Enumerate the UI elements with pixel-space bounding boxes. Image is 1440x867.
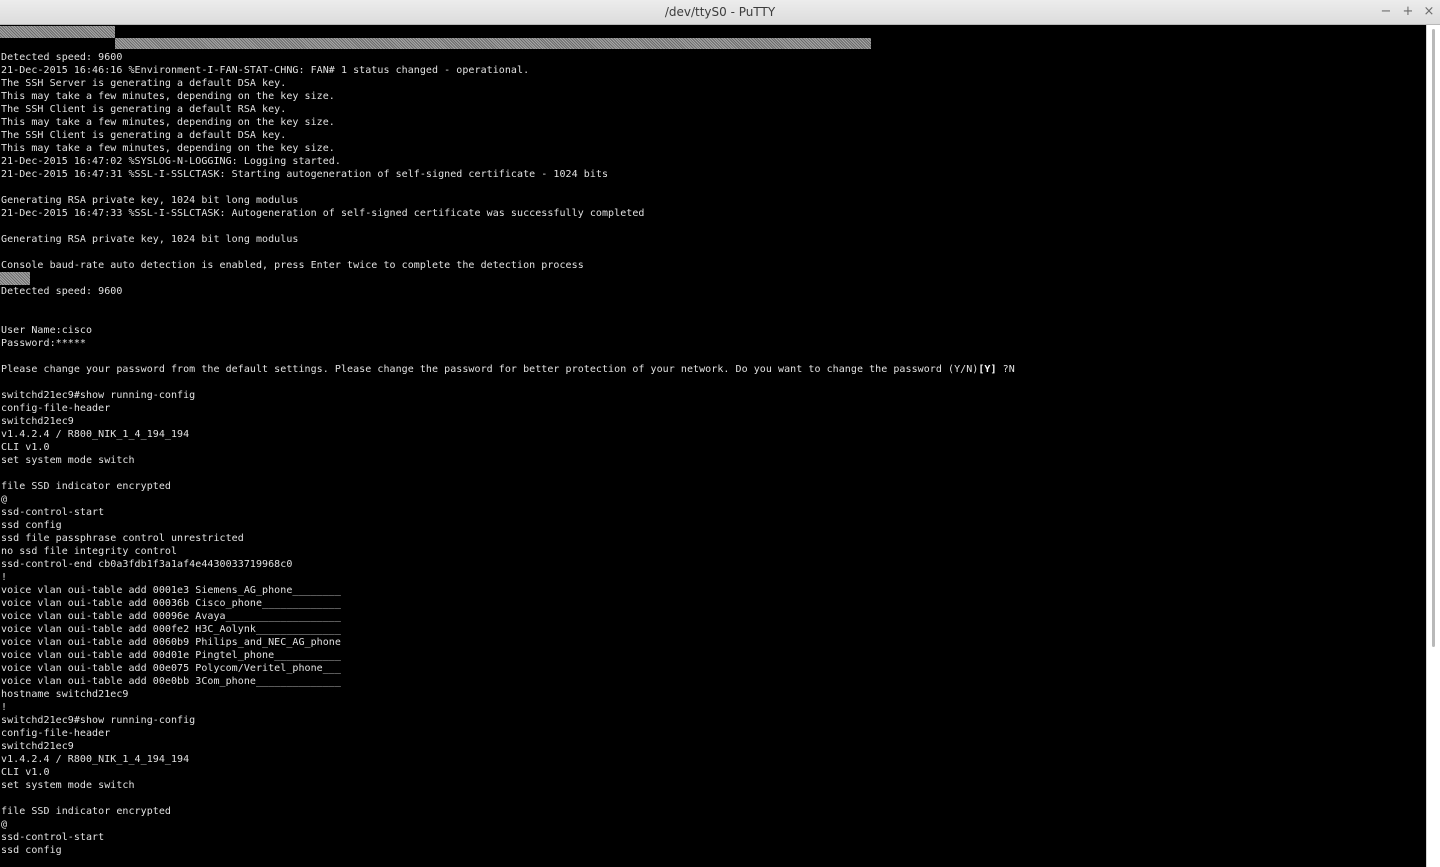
terminal-line: switchd21ec9#show running-config <box>1 390 196 401</box>
terminal-line: voice vlan oui-table add 00096e Avaya___… <box>1 611 341 622</box>
terminal-line: This may take a few minutes, depending o… <box>1 143 335 154</box>
terminal-line: v1.4.2.4 / R800_NIK_1_4_194_194 <box>1 754 190 765</box>
terminal-line: 21-Dec-2015 16:46:16 %Environment-I-FAN-… <box>1 65 530 76</box>
maximize-button[interactable]: + <box>1399 3 1417 21</box>
terminal-line: Generating RSA private key, 1024 bit lon… <box>1 195 299 206</box>
terminal-line: hostname switchd21ec9 <box>1 689 129 700</box>
password-change-prompt: Please change your password from the def… <box>1 363 1015 376</box>
terminal-line: ssd-control-end cb0a3fdb1f3a1af4e4430033… <box>1 559 293 570</box>
prompt-answer: ?N <box>996 364 1015 375</box>
close-button[interactable]: × <box>1420 3 1438 21</box>
terminal-line: ssd config <box>1 520 62 531</box>
minimize-button[interactable]: − <box>1377 3 1395 21</box>
terminal-screen[interactable]: Detected speed: 9600 21-Dec-2015 16:46:1… <box>0 25 1426 867</box>
putty-window: /dev/ttyS0 - PuTTY − + × Detected speed:… <box>0 0 1440 867</box>
terminal-line: Generating RSA private key, 1024 bit lon… <box>1 234 299 245</box>
terminal-line: This may take a few minutes, depending o… <box>1 117 335 128</box>
terminal-line: ! <box>1 572 8 583</box>
terminal-line: set system mode switch <box>1 455 135 466</box>
terminal-line: config-file-header <box>1 403 111 414</box>
terminal-line: Detected speed: 9600 <box>1 52 123 63</box>
terminal-line: switchd21ec9#show running-config <box>1 715 196 726</box>
scrollbar-thumb[interactable] <box>1432 29 1435 647</box>
terminal-line: Console baud-rate auto detection is enab… <box>1 260 584 271</box>
terminal-line: CLI v1.0 <box>1 442 50 453</box>
terminal-line: config-file-header <box>1 728 111 739</box>
terminal-line: voice vlan oui-table add 00d01e Pingtel_… <box>1 650 341 661</box>
terminal-line: ssd-control-start <box>1 832 105 843</box>
terminal-line: Detected speed: 9600 <box>1 286 123 297</box>
terminal-line: no ssd file integrity control <box>1 546 178 557</box>
terminal-output: Detected speed: 9600 21-Dec-2015 16:46:1… <box>1 25 1015 857</box>
terminal-line: User Name:cisco <box>1 325 93 336</box>
window-title: /dev/ttyS0 - PuTTY <box>664 5 776 19</box>
terminal-line: voice vlan oui-table add 00036b Cisco_ph… <box>1 598 341 609</box>
terminal-line: v1.4.2.4 / R800_NIK_1_4_194_194 <box>1 429 190 440</box>
terminal-line: voice vlan oui-table add 000fe2 H3C_Aoly… <box>1 624 341 635</box>
terminal-line: switchd21ec9 <box>1 416 74 427</box>
terminal-line: The SSH Client is generating a default R… <box>1 104 287 115</box>
terminal-line: ssd file passphrase control unrestricted <box>1 533 244 544</box>
terminal-line: voice vlan oui-table add 00e075 Polycom/… <box>1 663 341 674</box>
terminal-line: set system mode switch <box>1 780 135 791</box>
terminal-line: Password:***** <box>1 338 86 349</box>
terminal-line: This may take a few minutes, depending o… <box>1 91 335 102</box>
terminal-line: The SSH Server is generating a default D… <box>1 78 287 89</box>
prompt-default-choice: [Y] <box>978 364 997 375</box>
terminal-line: ssd-control-start <box>1 507 105 518</box>
terminal-line: file SSD indicator encrypted <box>1 481 171 492</box>
terminal-line: 21-Dec-2015 16:47:33 %SSL-I-SSLCTASK: Au… <box>1 208 645 219</box>
terminal-line: voice vlan oui-table add 0001e3 Siemens_… <box>1 585 341 596</box>
prompt-text: Please change your password from the def… <box>1 364 979 375</box>
terminal-line: @ <box>1 819 8 830</box>
terminal-line: ! <box>1 702 8 713</box>
vertical-scrollbar[interactable] <box>1426 25 1440 867</box>
terminal-line: 21-Dec-2015 16:47:31 %SSL-I-SSLCTASK: St… <box>1 169 609 180</box>
terminal-line: The SSH Client is generating a default D… <box>1 130 287 141</box>
terminal-line: @ <box>1 494 8 505</box>
terminal-line: switchd21ec9 <box>1 741 74 752</box>
title-bar[interactable]: /dev/ttyS0 - PuTTY − + × <box>0 0 1440 25</box>
terminal-line: file SSD indicator encrypted <box>1 806 171 817</box>
terminal-line: 21-Dec-2015 16:47:02 %SYSLOG-N-LOGGING: … <box>1 156 341 167</box>
terminal-line: voice vlan oui-table add 0060b9 Philips_… <box>1 637 341 648</box>
terminal-line: voice vlan oui-table add 00e0bb 3Com_pho… <box>1 676 341 687</box>
terminal-line: ssd config <box>1 845 62 856</box>
terminal-line: CLI v1.0 <box>1 767 50 778</box>
